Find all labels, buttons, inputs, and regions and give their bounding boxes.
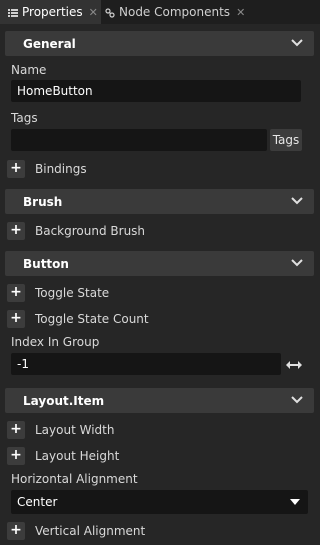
- tab-node-components-label: Node Components: [119, 5, 231, 19]
- close-icon[interactable]: ✕: [236, 6, 245, 19]
- add-layout-width-row[interactable]: + Layout Width: [7, 420, 114, 440]
- add-vertical-alignment-row[interactable]: + Vertical Alignment: [7, 521, 145, 541]
- section-brush-header[interactable]: Brush: [5, 189, 314, 214]
- section-title: General: [23, 36, 76, 51]
- section-title: Brush: [23, 194, 63, 209]
- bindings-label: Bindings: [35, 162, 87, 176]
- layout-height-label: Layout Height: [35, 449, 120, 463]
- vertical-alignment-label: Vertical Alignment: [35, 524, 146, 538]
- tab-bar: Properties ✕ Node Components ✕: [0, 0, 320, 24]
- close-icon[interactable]: ✕: [89, 6, 98, 19]
- add-layout-height-row[interactable]: + Layout Height: [7, 446, 119, 466]
- plus-icon[interactable]: +: [7, 447, 25, 465]
- plus-icon[interactable]: +: [7, 284, 25, 302]
- horizontal-alignment-select[interactable]: Center: [11, 490, 308, 514]
- tags-field[interactable]: [11, 129, 267, 151]
- list-icon: [8, 7, 18, 17]
- components-icon: [105, 7, 115, 18]
- tab-properties[interactable]: Properties ✕: [0, 0, 101, 24]
- plus-icon[interactable]: +: [7, 522, 25, 540]
- horizontal-alignment-label: Horizontal Alignment: [11, 472, 138, 486]
- section-general-header[interactable]: General: [5, 31, 314, 56]
- layout-width-label: Layout Width: [35, 423, 115, 437]
- chevron-down-icon[interactable]: [291, 258, 303, 268]
- name-label: Name: [11, 63, 47, 77]
- section-title: Layout.Item: [23, 393, 105, 408]
- section-button-header[interactable]: Button: [5, 251, 314, 276]
- drag-arrows-icon[interactable]: [285, 358, 303, 372]
- tab-node-components[interactable]: Node Components ✕: [101, 0, 245, 24]
- horizontal-alignment-value: Center: [17, 495, 58, 509]
- add-toggle-state-count-row[interactable]: + Toggle State Count: [7, 309, 149, 329]
- add-background-brush-row[interactable]: + Background Brush: [7, 221, 145, 241]
- tags-button[interactable]: Tags: [270, 129, 302, 151]
- index-in-group-label: Index In Group: [11, 335, 100, 349]
- section-layout-item-header[interactable]: Layout.Item: [5, 388, 314, 413]
- toggle-state-label: Toggle State: [35, 286, 110, 300]
- plus-icon[interactable]: +: [7, 310, 25, 328]
- plus-icon[interactable]: +: [7, 160, 25, 178]
- plus-icon[interactable]: +: [7, 421, 25, 439]
- add-bindings-row[interactable]: + Bindings: [7, 159, 87, 179]
- chevron-down-icon[interactable]: [291, 196, 303, 206]
- toggle-state-count-label: Toggle State Count: [35, 312, 149, 326]
- name-field[interactable]: HomeButton: [11, 80, 301, 102]
- plus-icon[interactable]: +: [7, 222, 25, 240]
- index-in-group-field[interactable]: -1: [11, 353, 281, 375]
- tab-properties-label: Properties: [22, 5, 83, 19]
- tags-label: Tags: [11, 111, 38, 125]
- chevron-down-icon[interactable]: [291, 38, 303, 48]
- dropdown-caret-icon: [290, 499, 300, 505]
- background-brush-label: Background Brush: [35, 224, 146, 238]
- section-title: Button: [23, 256, 69, 271]
- chevron-down-icon[interactable]: [291, 395, 303, 405]
- add-toggle-state-row[interactable]: + Toggle State: [7, 283, 109, 303]
